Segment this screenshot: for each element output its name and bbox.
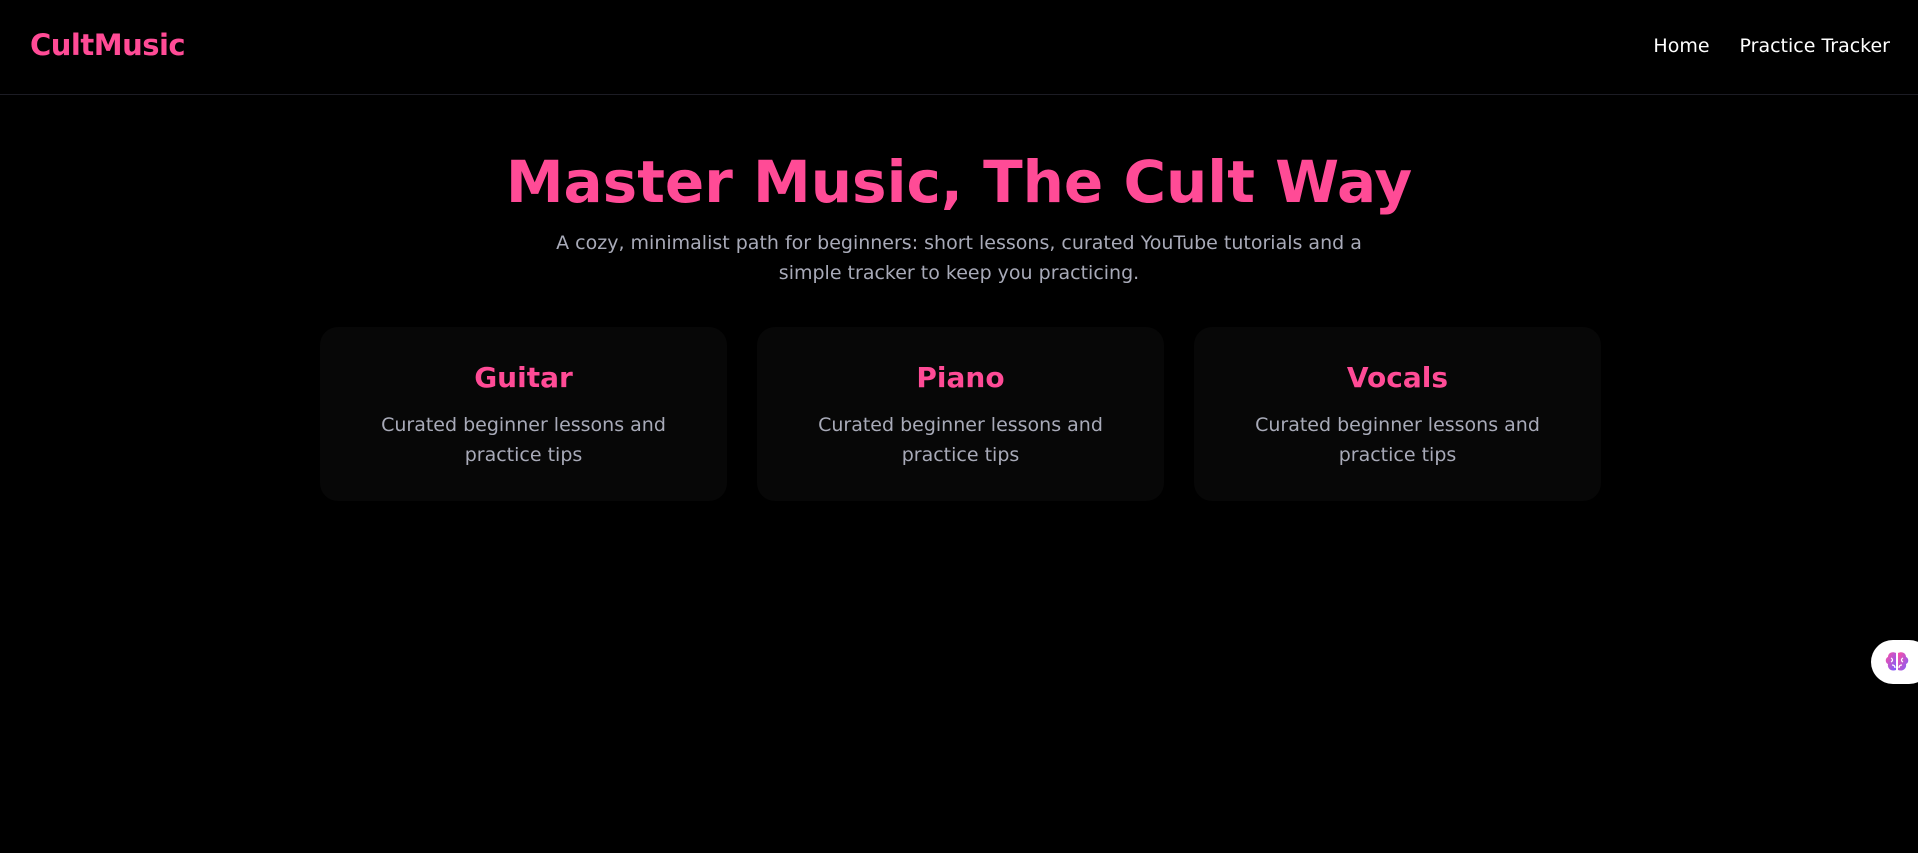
card-title: Vocals [1346,361,1449,394]
card-description: Curated beginner lessons and practice ti… [1255,414,1540,466]
nav-link-practice-tracker[interactable]: Practice Tracker [1740,35,1890,57]
brain-icon [1885,652,1909,671]
card-description: Curated beginner lessons and practice ti… [818,414,1103,466]
nav-links: Home Practice Tracker [1653,35,1890,57]
card-vocals[interactable]: Vocals Curated beginner lessons and prac… [1194,327,1601,501]
instrument-cards: Guitar Curated beginner lessons and prac… [320,327,1601,501]
card-title: Piano [916,361,1005,394]
card-title: Guitar [474,361,573,394]
card-guitar[interactable]: Guitar Curated beginner lessons and prac… [320,327,727,501]
hero-title: Master Music, The Cult Way [505,148,1413,216]
brand-logo[interactable]: CultMusic [30,28,186,62]
nav-link-home[interactable]: Home [1653,35,1709,57]
hero-subtitle: A cozy, minimalist path for beginners: s… [556,232,1362,284]
card-description: Curated beginner lessons and practice ti… [381,414,666,466]
navbar: CultMusic Home Practice Tracker [0,0,1918,95]
card-piano[interactable]: Piano Curated beginner lessons and pract… [757,327,1164,501]
floating-assistant-button[interactable] [1871,640,1918,684]
